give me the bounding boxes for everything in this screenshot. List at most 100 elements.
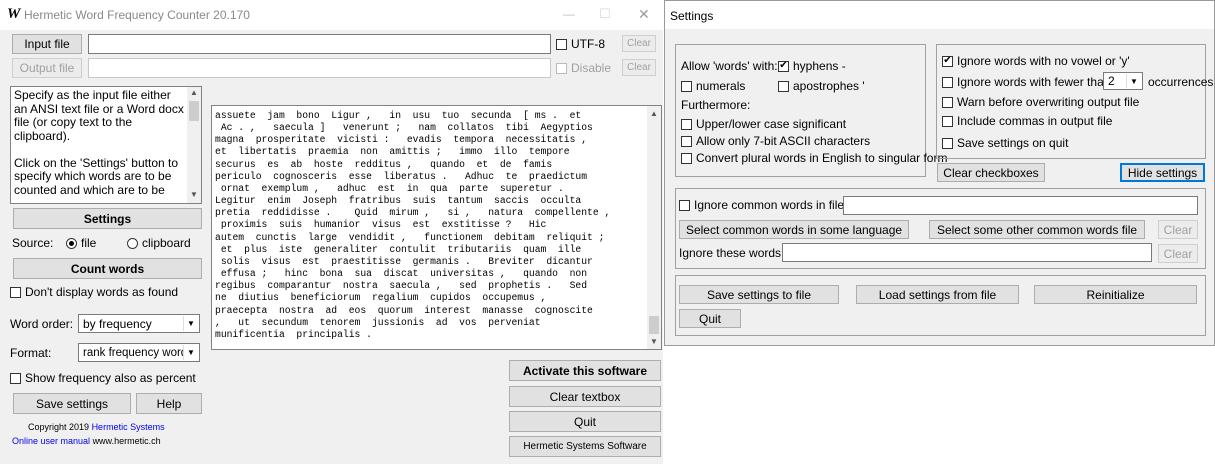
source-clipboard-radio-dot[interactable] xyxy=(127,237,138,249)
text-line: praecepta nostra ad eos quorum interest … xyxy=(215,304,593,316)
occurrences-value: 2 xyxy=(1108,74,1115,88)
copyright-text: Copyright 2019 xyxy=(28,422,90,432)
select-common-language-button[interactable]: Select common words in some language xyxy=(679,220,909,239)
clear-ignore-these-button[interactable]: Clear xyxy=(1158,244,1198,263)
occurrences-select[interactable]: 2 ▼ xyxy=(1103,72,1143,90)
maximize-icon[interactable]: ☐ xyxy=(599,6,611,22)
ascii-checkbox[interactable]: Allow only 7-bit ASCII characters xyxy=(681,134,870,148)
scroll-down-icon[interactable]: ▼ xyxy=(650,337,658,346)
apostrophes-checkbox[interactable]: apostrophes ' xyxy=(778,79,865,93)
text-line: , ut secundum tenorem jussionis ad vos p… xyxy=(215,316,541,328)
ascii-checkbox-box[interactable] xyxy=(681,135,692,147)
clear-checkboxes-button[interactable]: Clear checkboxes xyxy=(937,163,1045,182)
chevron-down-icon[interactable]: ▼ xyxy=(1126,74,1141,88)
commas-checkbox[interactable]: Include commas in output file xyxy=(942,114,1112,128)
title-bar: W Hermetic Word Frequency Counter 20.170… xyxy=(0,0,663,30)
textbox-scrollbar[interactable]: ▲ ▼ xyxy=(647,106,661,349)
online-manual-link[interactable]: Online user manual xyxy=(12,436,90,446)
chevron-down-icon[interactable]: ▼ xyxy=(183,316,198,331)
count-words-button[interactable]: Count words xyxy=(13,258,202,279)
output-file-field[interactable] xyxy=(88,58,551,78)
text-line: solis visus est praestitisse germanis . … xyxy=(215,255,593,267)
fewer-than-checkbox[interactable]: Ignore words with fewer than xyxy=(942,75,1110,89)
hide-settings-button[interactable]: Hide settings xyxy=(1120,163,1205,182)
ignore-these-label: Ignore these words: xyxy=(679,246,785,260)
reinitialize-button[interactable]: Reinitialize xyxy=(1034,285,1197,304)
warn-checkbox[interactable]: Warn before overwriting output file xyxy=(942,95,1139,109)
plural-checkbox[interactable]: Convert plural words in English to singu… xyxy=(681,151,947,165)
clear-common-file-button[interactable]: Clear xyxy=(1158,220,1198,239)
dont-display-checkbox[interactable]: Don't display words as found xyxy=(10,285,178,299)
disable-checkbox[interactable]: Disable xyxy=(556,61,611,75)
scroll-up-icon[interactable]: ▲ xyxy=(190,88,198,97)
load-settings-from-file-button[interactable]: Load settings from file xyxy=(856,285,1019,304)
scroll-thumb[interactable] xyxy=(649,316,659,334)
ignore-common-checkbox-box[interactable] xyxy=(679,199,690,211)
show-percent-checkbox[interactable]: Show frequency also as percent xyxy=(10,371,196,385)
word-order-select[interactable]: by frequency ▼ xyxy=(78,314,200,333)
text-line: et libertatis praemia non amittis ; immo… xyxy=(215,146,570,158)
save-on-quit-checkbox-box[interactable] xyxy=(942,137,953,149)
hermetic-systems-link[interactable]: Hermetic Systems xyxy=(92,422,165,432)
settings-quit-button[interactable]: Quit xyxy=(679,309,741,328)
close-icon[interactable]: ✕ xyxy=(638,6,650,23)
utf8-label: UTF-8 xyxy=(571,37,605,51)
main-textbox[interactable]: assuete jam bono Ligur , in usu tuo secu… xyxy=(211,105,662,350)
ignore-these-field[interactable] xyxy=(782,243,1152,262)
apostrophes-checkbox-box[interactable] xyxy=(778,80,789,92)
commas-checkbox-box[interactable] xyxy=(942,115,953,127)
hermetic-software-button[interactable]: Hermetic Systems Software xyxy=(509,436,661,457)
utf8-checkbox-box[interactable] xyxy=(556,38,567,50)
common-words-file-field[interactable] xyxy=(843,196,1198,215)
case-checkbox[interactable]: Upper/lower case significant xyxy=(681,117,846,131)
warn-checkbox-box[interactable] xyxy=(942,96,953,108)
settings-button[interactable]: Settings xyxy=(13,208,202,229)
ignore-common-checkbox[interactable]: Ignore common words in file: xyxy=(679,198,847,212)
clear-output-button[interactable]: Clear xyxy=(622,59,656,76)
numerals-checkbox-box[interactable] xyxy=(681,80,692,92)
minimize-icon[interactable]: — xyxy=(563,7,575,21)
source-clipboard-radio[interactable]: clipboard xyxy=(127,236,191,250)
save-settings-button[interactable]: Save settings xyxy=(13,393,131,414)
case-checkbox-box[interactable] xyxy=(681,118,692,130)
scroll-down-icon[interactable]: ▼ xyxy=(190,190,198,199)
dont-display-label: Don't display words as found xyxy=(25,285,179,299)
scroll-thumb[interactable] xyxy=(189,101,199,121)
input-file-button[interactable]: Input file xyxy=(12,34,82,54)
save-on-quit-label: Save settings on quit xyxy=(957,136,1069,150)
fewer-than-label: Ignore words with fewer than xyxy=(957,75,1111,89)
text-line: magna prosperitate vicisti : evadis temp… xyxy=(215,134,588,146)
show-percent-checkbox-box[interactable] xyxy=(10,372,21,384)
scroll-up-icon[interactable]: ▲ xyxy=(650,109,658,118)
hyphens-checkbox[interactable]: ✔ hyphens - xyxy=(778,59,846,73)
clear-input-button[interactable]: Clear xyxy=(622,35,656,52)
no-vowel-checkbox[interactable]: ✔ Ignore words with no vowel or 'y' xyxy=(942,54,1130,68)
settings-title-bar: Settings xyxy=(665,1,1214,29)
quit-button[interactable]: Quit xyxy=(509,411,661,432)
clear-textbox-button[interactable]: Clear textbox xyxy=(509,386,661,407)
dont-display-checkbox-box[interactable] xyxy=(10,286,21,298)
format-select[interactable]: rank frequency word ▼ xyxy=(78,343,200,362)
input-file-field[interactable] xyxy=(88,34,551,54)
help-scrollbar[interactable]: ▲ ▼ xyxy=(187,87,201,203)
ignore-common-label: Ignore common words in file: xyxy=(694,198,848,212)
hyphens-check-icon[interactable]: ✔ xyxy=(778,60,789,72)
activate-button[interactable]: Activate this software xyxy=(509,360,661,381)
plural-checkbox-box[interactable] xyxy=(681,152,692,164)
no-vowel-check-icon[interactable]: ✔ xyxy=(942,55,953,67)
help-button[interactable]: Help xyxy=(136,393,202,414)
no-vowel-label: Ignore words with no vowel or 'y' xyxy=(957,54,1130,68)
disable-checkbox-box[interactable] xyxy=(556,62,567,74)
save-on-quit-checkbox[interactable]: Save settings on quit xyxy=(942,136,1068,150)
text-line: ne diutius beneficiorum regalium cupidos… xyxy=(215,292,547,304)
output-file-button[interactable]: Output file xyxy=(12,58,82,78)
source-file-radio[interactable]: file xyxy=(66,236,96,250)
save-settings-to-file-button[interactable]: Save settings to file xyxy=(679,285,839,304)
numerals-checkbox[interactable]: numerals xyxy=(681,79,745,93)
source-file-radio-dot[interactable] xyxy=(66,237,77,249)
select-other-file-button[interactable]: Select some other common words file xyxy=(929,220,1145,239)
chevron-down-icon[interactable]: ▼ xyxy=(183,345,198,360)
utf8-checkbox[interactable]: UTF-8 xyxy=(556,37,605,51)
fewer-than-checkbox-box[interactable] xyxy=(942,76,953,88)
warn-label: Warn before overwriting output file xyxy=(957,95,1140,109)
